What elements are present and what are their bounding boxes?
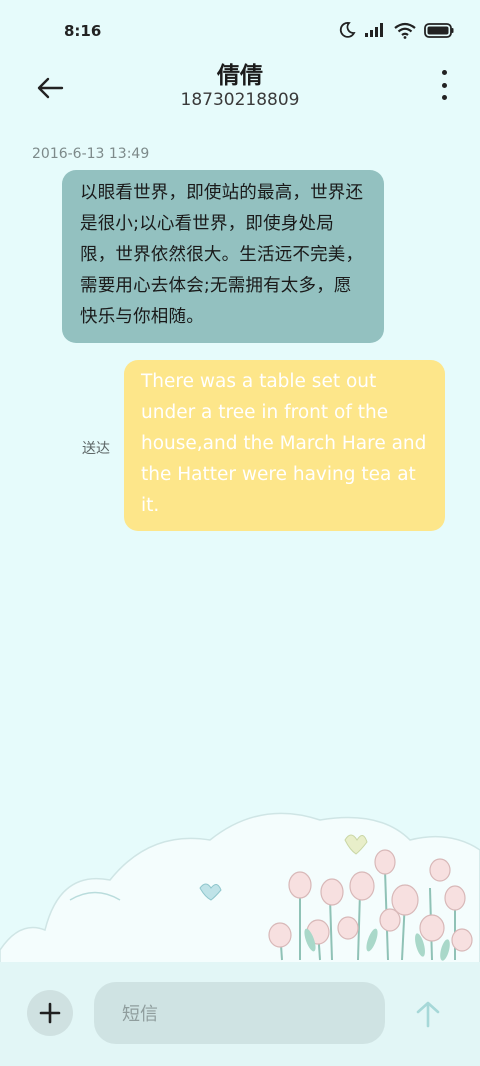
incoming-message-bubble[interactable]: 以眼看世界，即使站的最高，世界还是很小;以心看世界，即使身处局限，世界依然很大。… (62, 170, 384, 343)
message-timestamp: 2016-6-13 13:49 (32, 146, 150, 162)
do-not-disturb-moon-icon (339, 22, 356, 38)
cellular-signal-icon (365, 23, 383, 37)
status-time: 8:16 (64, 22, 102, 40)
battery-icon (424, 22, 454, 38)
more-dot-icon (441, 95, 447, 100)
status-icons (338, 21, 454, 39)
attach-button[interactable] (27, 990, 73, 1036)
decorative-flower-illustration (0, 812, 480, 965)
message-composer: 短信 (0, 962, 480, 1066)
outgoing-message-bubble[interactable]: There was a table set out under a tree i… (124, 360, 445, 531)
contact-phone-number: 18730218809 (180, 90, 300, 110)
more-dot-icon (441, 70, 447, 75)
send-button[interactable] (412, 998, 444, 1030)
send-arrow-up-icon (416, 1001, 440, 1028)
status-bar: 8:16 (0, 0, 480, 62)
message-input[interactable]: 短信 (94, 982, 385, 1044)
contact-name: 倩倩 (217, 63, 263, 89)
delivery-status: 送达 (82, 441, 110, 457)
conversation-header: 倩倩 18730218809 (0, 62, 480, 120)
more-options-button[interactable] (438, 70, 450, 100)
more-dot-icon (441, 82, 447, 88)
wifi-icon (394, 22, 416, 39)
plus-icon (39, 1002, 61, 1024)
